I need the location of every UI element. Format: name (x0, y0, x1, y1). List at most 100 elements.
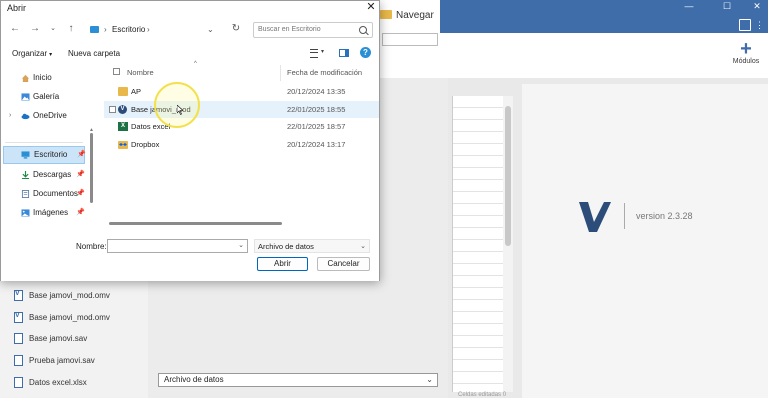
settings-icon[interactable] (739, 19, 751, 31)
scrollbar-thumb[interactable] (109, 222, 282, 225)
caret-down-icon: ▾ (49, 52, 53, 58)
list-item[interactable]: Datos excel.xlsx (14, 371, 144, 393)
spreadsheet-scrollbar[interactable] (503, 96, 513, 392)
file-row-datos-excel[interactable]: X Datos excel 22/01/2025 18:57 (104, 118, 379, 136)
chevron-down-icon: ⌄ (360, 243, 366, 250)
dialog-title: Abrir (7, 3, 27, 13)
forward-arrow-icon[interactable]: → (29, 23, 41, 35)
column-divider[interactable] (280, 65, 281, 81)
pin-icon[interactable]: 📌 (76, 185, 85, 203)
scrollbar-thumb[interactable] (505, 106, 511, 246)
open-button[interactable]: Abrir (257, 257, 308, 271)
list-item[interactable]: Base jamovi_mod.omv (14, 307, 144, 329)
select-all-checkbox[interactable] (113, 68, 120, 75)
chevron-down-icon[interactable]: ⌄ (207, 23, 214, 37)
folder-icon (380, 10, 392, 19)
chevron-down-icon[interactable]: ⌄ (238, 240, 244, 252)
list-item[interactable]: Base jamovi.sav (14, 328, 144, 350)
sidebar-item-documentos[interactable]: Documentos 📌 (1, 185, 87, 203)
app-title-bar: — ☐ ✕ (440, 0, 768, 33)
file-date: 22/01/2025 18:57 (287, 122, 346, 132)
navigate-label: Navegar (396, 10, 434, 21)
file-name: Datos excel (131, 122, 171, 132)
list-item[interactable]: Prueba jamovi.sav (14, 350, 144, 372)
maximize-icon[interactable]: ☐ (716, 0, 738, 14)
sort-ascending-icon: ^ (194, 61, 197, 67)
chevron-right-icon: › (104, 25, 107, 34)
modules-button[interactable]: + Módulos (728, 39, 764, 65)
file-row-ap[interactable]: AP 20/12/2024 13:35 (104, 83, 379, 101)
sidebar-item-label: Galería (33, 92, 60, 101)
refresh-icon[interactable]: ↻ (230, 23, 242, 35)
file-list-header: Nombre ^ Fecha de modificación (104, 61, 379, 81)
file-name: Prueba jamovi.sav (29, 356, 95, 366)
sidebar-item-onedrive[interactable]: › OneDrive (1, 107, 87, 125)
file-date: 22/01/2025 18:55 (287, 104, 346, 114)
file-type-filter[interactable]: Archivo de datos ⌄ (254, 239, 370, 253)
file-row-dropbox[interactable]: Dropbox 20/12/2024 13:17 (104, 136, 379, 154)
filename-input[interactable]: ⌄ (107, 239, 248, 253)
horizontal-scrollbar[interactable] (107, 221, 377, 227)
minimize-icon[interactable]: — (678, 0, 700, 14)
list-item[interactable]: Base jamovi_mod.omv (14, 285, 144, 307)
close-icon[interactable]: ✕ (746, 0, 768, 14)
file-type-value: Archivo de datos (258, 242, 314, 251)
row-checkbox[interactable] (109, 105, 116, 113)
browse-path-field[interactable] (382, 33, 438, 46)
cancel-button[interactable]: Cancelar (317, 257, 370, 271)
preview-pane-icon[interactable] (339, 49, 349, 57)
dropbox-icon (118, 140, 128, 149)
status-text: Celdas editadas 0 (458, 392, 507, 398)
sidebar-item-inicio[interactable]: Inicio (1, 69, 87, 87)
recent-file-list: Base jamovi_mod.omv Base jamovi_mod.omv … (14, 285, 144, 393)
file-date: 20/12/2024 13:35 (287, 87, 346, 96)
file-name: AP (131, 87, 142, 96)
gallery-icon (21, 93, 30, 101)
chevron-right-icon[interactable]: › (9, 107, 11, 125)
sidebar-item-galeria[interactable]: Galería (1, 88, 87, 106)
column-header-date[interactable]: Fecha de modificación (287, 68, 362, 77)
column-header-name[interactable]: Nombre (127, 68, 154, 77)
jamovi-icon: V (118, 104, 127, 114)
help-icon[interactable]: ? (360, 47, 371, 58)
data-file-icon (14, 376, 23, 388)
splash-area (522, 84, 768, 398)
navigation-pane: Inicio Galería › OneDrive Escritorio 📌 D… (1, 65, 99, 231)
documents-icon (21, 190, 30, 198)
chevron-right-icon: › (147, 25, 150, 34)
spreadsheet-preview (452, 96, 513, 392)
view-options-icon[interactable] (310, 49, 318, 58)
back-arrow-icon[interactable]: ← (9, 23, 21, 35)
recent-locations-icon[interactable]: ⌄ (47, 23, 59, 35)
version-label: version 2.3.28 (636, 211, 693, 221)
home-icon (21, 74, 30, 82)
file-row-base-jamovi-mod[interactable]: V Base jamovi_mod 22/01/2025 18:55 (104, 100, 379, 119)
pin-icon[interactable]: 📌 (77, 146, 86, 164)
file-list: AP 20/12/2024 13:35 V Base jamovi_mod 22… (104, 83, 379, 153)
sidebar-item-label: Escritorio (34, 150, 68, 159)
pin-icon[interactable]: 📌 (76, 204, 85, 222)
excel-icon: X (118, 122, 128, 132)
caret-down-icon[interactable]: ▾ (321, 48, 324, 55)
sidebar-item-label: OneDrive (33, 111, 67, 120)
file-name: Base jamovi_mod.omv (29, 312, 110, 322)
search-input[interactable]: Buscar en Escritorio (253, 22, 373, 38)
organize-button[interactable]: Organizar ▾ (12, 49, 52, 58)
close-icon[interactable]: ✕ (362, 1, 380, 13)
folder-icon (118, 87, 128, 96)
cloud-icon (21, 113, 30, 120)
logo-divider (624, 203, 625, 229)
organize-label: Organizar (12, 49, 48, 58)
breadcrumb[interactable]: Escritorio (112, 23, 145, 37)
new-folder-button[interactable]: Nueva carpeta (68, 49, 120, 58)
up-arrow-icon[interactable]: ↑ (65, 23, 77, 35)
file-type-select[interactable]: Archivo de datos ⌄ (158, 373, 438, 387)
pin-icon[interactable]: 📌 (76, 166, 85, 184)
sidebar-item-escritorio[interactable]: Escritorio 📌 (3, 146, 86, 164)
scrollbar-thumb[interactable] (90, 133, 93, 203)
sidebar-item-imagenes[interactable]: Imágenes 📌 (1, 204, 87, 222)
sidebar-item-descargas[interactable]: Descargas 📌 (1, 166, 87, 184)
more-menu-icon[interactable]: ⋮ (755, 20, 765, 30)
address-bar[interactable]: › Escritorio › ⌄ (87, 23, 223, 37)
file-type-value: Archivo de datos (164, 375, 224, 384)
